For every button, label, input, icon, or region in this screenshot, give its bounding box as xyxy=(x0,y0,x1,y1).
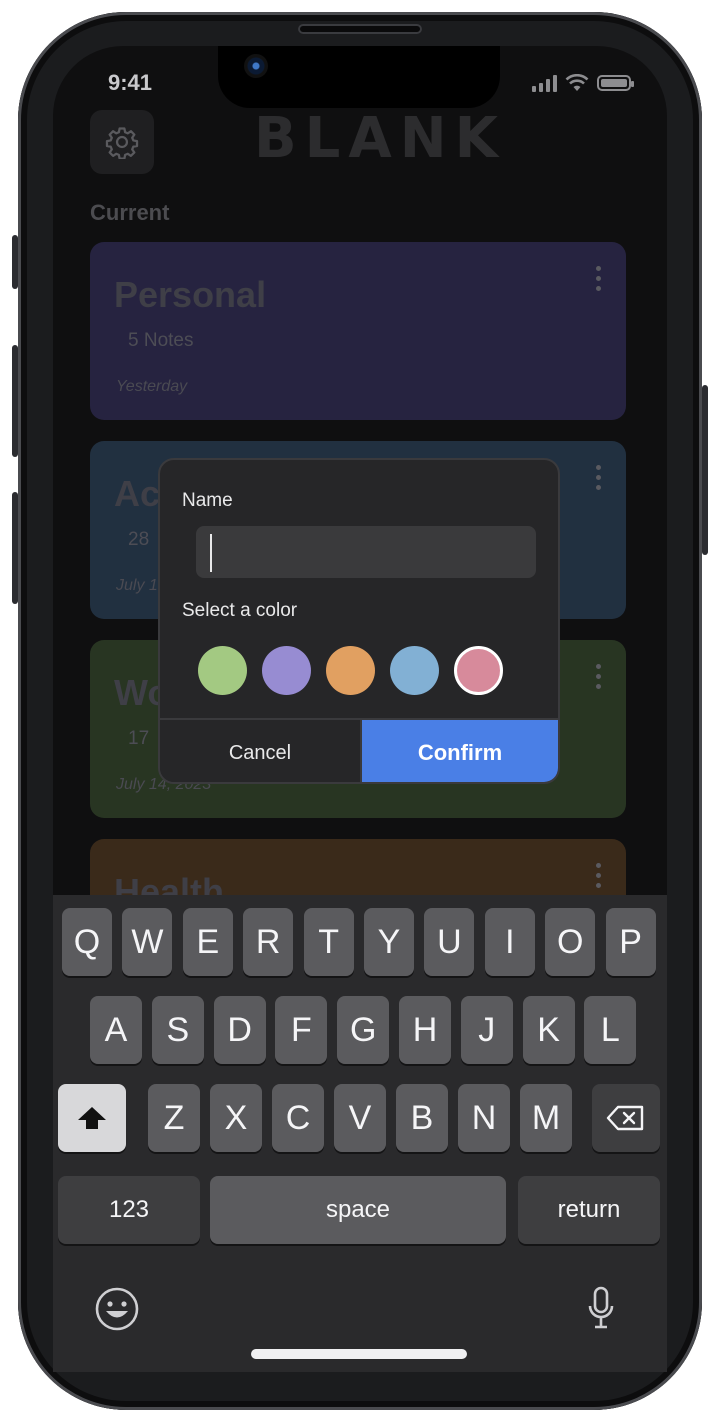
key-c[interactable]: C xyxy=(272,1084,324,1152)
space-key[interactable]: space xyxy=(210,1176,506,1244)
more-options-icon[interactable] xyxy=(596,266,602,296)
key-v[interactable]: V xyxy=(334,1084,386,1152)
folder-card-personal[interactable]: Personal 5 Notes Yesterday xyxy=(90,242,626,420)
name-label: Name xyxy=(182,490,233,511)
volume-down-button xyxy=(12,492,18,604)
key-s[interactable]: S xyxy=(151,996,204,1064)
card-note-count: 17 xyxy=(128,728,150,749)
key-b[interactable]: B xyxy=(396,1084,448,1152)
key-f[interactable]: F xyxy=(275,996,328,1064)
status-time: 9:41 xyxy=(108,70,153,95)
key-r[interactable]: R xyxy=(243,908,294,976)
card-note-count: 5 Notes xyxy=(128,330,194,351)
emoji-icon[interactable] xyxy=(94,1286,140,1337)
wifi-icon xyxy=(565,74,589,91)
key-u[interactable]: U xyxy=(424,908,475,976)
key-g[interactable]: G xyxy=(337,996,390,1064)
color-swatches xyxy=(198,646,503,695)
card-date: Yesterday xyxy=(116,378,188,395)
color-swatch-purple[interactable] xyxy=(262,646,311,695)
status-icons xyxy=(532,74,634,92)
key-a[interactable]: A xyxy=(90,996,142,1064)
color-swatch-green[interactable] xyxy=(198,646,247,695)
confirm-button[interactable]: Confirm xyxy=(362,720,558,782)
card-note-count: 28 xyxy=(128,529,150,550)
shift-key[interactable] xyxy=(58,1084,126,1152)
return-key[interactable]: return xyxy=(518,1176,660,1244)
text-cursor xyxy=(210,534,212,572)
signal-icon xyxy=(532,74,557,92)
mute-switch xyxy=(12,235,18,289)
key-o[interactable]: O xyxy=(545,908,596,976)
backspace-icon xyxy=(606,1105,644,1131)
key-j[interactable]: J xyxy=(460,996,513,1064)
card-title: Ac xyxy=(114,473,161,514)
key-e[interactable]: E xyxy=(182,908,233,976)
gear-icon xyxy=(105,127,139,159)
name-input[interactable] xyxy=(196,526,536,578)
camera xyxy=(244,54,268,78)
key-i[interactable]: I xyxy=(484,908,535,976)
more-options-icon[interactable] xyxy=(596,465,602,495)
volume-up-button xyxy=(12,345,18,457)
key-d[interactable]: D xyxy=(213,996,266,1064)
key-m[interactable]: M xyxy=(520,1084,572,1152)
key-w[interactable]: W xyxy=(122,908,173,976)
more-options-icon[interactable] xyxy=(596,863,602,893)
key-p[interactable]: P xyxy=(605,908,656,976)
power-button xyxy=(702,385,708,555)
delete-key[interactable] xyxy=(592,1084,660,1152)
color-swatch-orange[interactable] xyxy=(326,646,375,695)
more-options-icon[interactable] xyxy=(596,664,602,694)
key-h[interactable]: H xyxy=(399,996,451,1064)
new-folder-dialog: Name Select a color Cancel Confirm xyxy=(158,458,560,784)
battery-icon xyxy=(597,75,634,91)
card-date: July 1 xyxy=(116,577,158,594)
key-q[interactable]: Q xyxy=(62,908,112,976)
microphone-icon[interactable] xyxy=(586,1286,616,1335)
shift-icon xyxy=(78,1107,106,1129)
numbers-key[interactable]: 123 xyxy=(58,1176,200,1244)
key-x[interactable]: X xyxy=(210,1084,262,1152)
earpiece xyxy=(298,24,422,34)
key-z[interactable]: Z xyxy=(148,1084,200,1152)
card-title: Personal xyxy=(114,274,267,315)
cancel-button[interactable]: Cancel xyxy=(160,720,362,782)
color-swatch-blue[interactable] xyxy=(390,646,439,695)
color-swatch-pink[interactable] xyxy=(454,646,503,695)
key-y[interactable]: Y xyxy=(364,908,414,976)
key-k[interactable]: K xyxy=(522,996,575,1064)
section-label: Current xyxy=(90,200,170,225)
app-logo: BLANK xyxy=(254,106,506,171)
key-l[interactable]: L xyxy=(584,996,637,1064)
key-n[interactable]: N xyxy=(458,1084,510,1152)
home-indicator[interactable] xyxy=(251,1349,467,1359)
key-t[interactable]: T xyxy=(303,908,354,976)
color-label: Select a color xyxy=(182,600,298,621)
settings-button[interactable] xyxy=(90,110,154,174)
dialog-actions: Cancel Confirm xyxy=(160,718,558,782)
